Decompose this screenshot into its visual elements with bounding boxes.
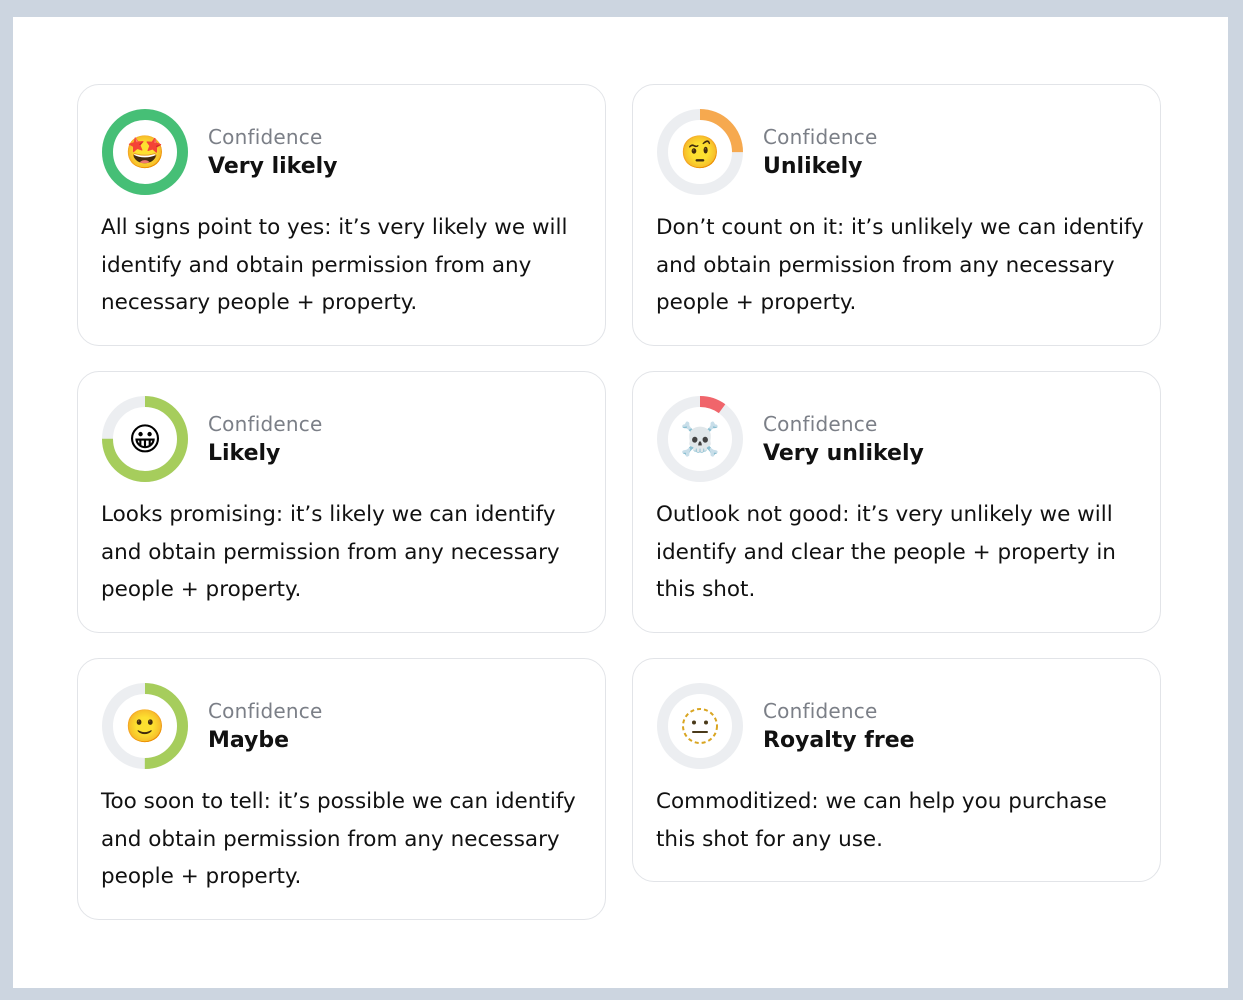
skull-and-crossbones-icon: ☠️ [680, 420, 720, 458]
confidence-label: Confidence [763, 125, 878, 149]
confidence-label: Confidence [208, 699, 323, 723]
confidence-description: Commoditized: we can help you purchase t… [656, 789, 1107, 852]
star-struck-face-icon: 🤩 [125, 133, 165, 171]
dotted-line-face-icon [656, 682, 744, 770]
confidence-card-royalty-free: Confidence Royalty free Commoditized: we… [632, 658, 1161, 882]
confidence-level-title: Maybe [208, 728, 290, 753]
confidence-description: Looks promising: it’s likely we can iden… [101, 502, 560, 602]
confidence-description: All signs point to yes: it’s very likely… [101, 215, 568, 315]
confidence-label: Confidence [763, 412, 878, 436]
confidence-level-title: Very likely [208, 154, 338, 179]
confidence-card-unlikely: 🤨 Confidence Unlikely Don’t count on it:… [632, 84, 1161, 346]
confidence-description: Don’t count on it: it’s unlikely we can … [656, 215, 1144, 315]
confidence-card-likely: 😀 Confidence Likely Looks promising: it’… [77, 371, 606, 633]
confidence-level-title: Very unlikely [763, 441, 924, 466]
confidence-level-title: Unlikely [763, 154, 863, 179]
confidence-level-title: Likely [208, 441, 281, 466]
confidence-card-very-unlikely: ☠️ Confidence Very unlikely Outlook not … [632, 371, 1161, 633]
confidence-description: Outlook not good: it’s very unlikely we … [656, 502, 1116, 602]
slightly-smiling-face-icon: 🙂 [125, 707, 165, 745]
raised-eyebrow-face-icon: 🤨 [680, 133, 720, 171]
dotted-line-face-icon [682, 708, 718, 744]
confidence-card-maybe: 🙂 Confidence Maybe Too soon to tell: it’… [77, 658, 606, 920]
confidence-card-very-likely: 🤩 Confidence Very likely All signs point… [77, 84, 606, 346]
confidence-legend-panel: 🤩 Confidence Very likely All signs point… [13, 17, 1228, 988]
confidence-label: Confidence [763, 699, 878, 723]
grinning-face-icon: 😀 [128, 420, 162, 458]
confidence-label: Confidence [208, 125, 323, 149]
confidence-label: Confidence [208, 412, 323, 436]
confidence-level-title: Royalty free [763, 728, 915, 753]
confidence-description: Too soon to tell: it’s possible we can i… [101, 789, 576, 889]
